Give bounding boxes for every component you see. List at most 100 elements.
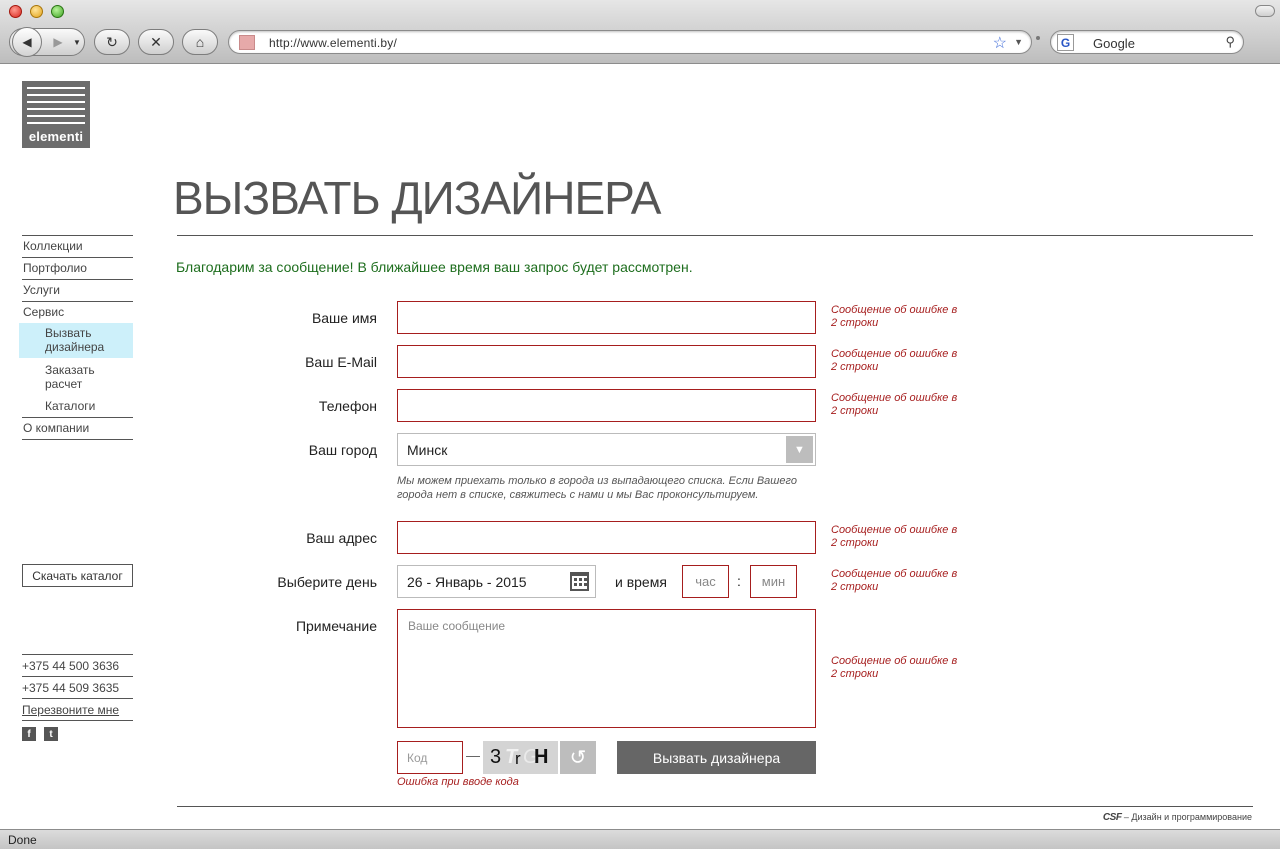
browser-toolbar: ◀ ▶ ▼ ↻ ✕ ⌂ http://www.elementi.by/ ☆ ▼ … (0, 0, 1280, 64)
sidebar-subitem-order-estimate[interactable]: Заказать расчет (22, 358, 112, 399)
status-text: Done (8, 833, 37, 847)
calendar-icon[interactable] (570, 572, 589, 591)
name-input[interactable] (397, 301, 816, 334)
sidebar-item-collections[interactable]: Коллекции (22, 235, 133, 257)
name-label: Ваше имя (311, 310, 377, 326)
logo-stripe (27, 87, 85, 89)
logo-stripe (27, 94, 85, 96)
url-text: http://www.elementi.by/ (269, 36, 397, 50)
city-select-value: Минск (407, 442, 448, 458)
back-button[interactable]: ◀ (12, 27, 42, 57)
note-textarea[interactable]: Ваше сообщение (397, 609, 816, 728)
chevron-down-icon: ▼ (73, 37, 81, 47)
back-arrow-icon: ◀ (22, 35, 32, 49)
download-catalog-button[interactable]: Скачать каталог (22, 564, 133, 587)
minute-input[interactable]: мин (750, 565, 797, 598)
city-label: Ваш город (308, 442, 377, 458)
chevron-down-icon[interactable]: ▼ (1014, 37, 1023, 47)
facebook-icon[interactable]: f (22, 727, 36, 741)
datetime-error: Сообщение об ошибке в 2 строки (831, 568, 958, 593)
logo-stripe (27, 101, 85, 103)
sidebar-nav: Коллекции Портфолио Услуги Сервис Вызват… (19, 235, 133, 440)
footer-credit[interactable]: CSF – Дизайн и программирование (1103, 812, 1252, 823)
status-bar: Done (0, 829, 1280, 849)
note-placeholder: Ваше сообщение (408, 619, 506, 633)
google-icon[interactable]: G (1057, 34, 1074, 51)
sidebar-subitem-catalogs[interactable]: Каталоги (22, 399, 133, 417)
day-label: Выберите день (277, 574, 377, 590)
code-error: Ошибка при вводе кода (397, 776, 519, 788)
phone-1: +375 44 500 3636 (22, 654, 133, 676)
sidebar-item-about[interactable]: О компании (22, 417, 133, 439)
reload-icon: ↻ (106, 33, 118, 50)
captcha-code-input[interactable]: Код (397, 741, 463, 774)
logo-stripe (27, 115, 85, 117)
close-window-button[interactable] (9, 5, 22, 18)
email-label: Ваш E-Mail (305, 354, 377, 370)
favicon-icon (239, 35, 255, 50)
captcha-image: 3 T r G H (483, 741, 558, 774)
divider (22, 439, 133, 440)
phone-input[interactable] (397, 389, 816, 422)
logo-text: elementi (28, 129, 84, 144)
bookmark-star-icon[interactable]: ☆ (993, 33, 1007, 53)
address-error: Сообщение об ошибке в 2 строки (831, 524, 958, 549)
page-title: ВЫЗВАТЬ ДИЗАЙНЕРА (173, 172, 661, 224)
stop-icon: ✕ (150, 33, 162, 50)
stop-button[interactable]: ✕ (138, 29, 174, 55)
twitter-icon[interactable]: t (44, 727, 58, 741)
sidebar-item-services[interactable]: Услуги (22, 279, 133, 301)
note-error: Сообщение об ошибке в 2 строки (831, 655, 958, 680)
name-error: Сообщение об ошибке в 2 строки (831, 304, 958, 329)
search-input[interactable]: G Google ⚲ (1050, 30, 1244, 54)
time-label: и время (615, 574, 667, 590)
code-placeholder: Код (407, 751, 428, 765)
chevron-down-icon[interactable]: ▼ (786, 436, 813, 463)
toolbar-separator (1036, 36, 1040, 40)
zoom-window-button[interactable] (51, 5, 64, 18)
date-value: 26 - Январь - 2015 (407, 574, 527, 590)
forward-arrow-icon: ▶ (53, 35, 63, 49)
callback-link[interactable]: Перезвоните мне (22, 698, 133, 720)
sidebar-item-portfolio[interactable]: Портфолио (22, 257, 133, 279)
captcha-char: 3 (490, 746, 502, 768)
navigation-buttons: ◀ ▶ ▼ (9, 27, 85, 57)
sidebar-item-service[interactable]: Сервис (22, 301, 133, 323)
divider (177, 235, 1253, 236)
reload-button[interactable]: ↻ (94, 29, 130, 55)
minimize-window-button[interactable] (30, 5, 43, 18)
city-hint: Мы можем приехать только в города из вып… (397, 475, 797, 501)
contacts: +375 44 500 3636 +375 44 509 3635 Перезв… (22, 654, 133, 721)
success-message: Благодарим за сообщение! В ближайшее вре… (176, 259, 693, 275)
address-label: Ваш адрес (306, 530, 377, 546)
hour-input[interactable]: час (682, 565, 729, 598)
email-error: Сообщение об ошибке в 2 строки (831, 348, 958, 373)
date-picker[interactable]: 26 - Январь - 2015 (397, 565, 596, 598)
search-placeholder: Google (1093, 36, 1135, 51)
email-input[interactable] (397, 345, 816, 378)
credit-brand: CSF (1102, 812, 1122, 823)
address-bar[interactable]: http://www.elementi.by/ ☆ ▼ (228, 30, 1032, 54)
credit-text: – Дизайн и программирование (1121, 812, 1252, 822)
captcha-refresh-button[interactable]: ↺ (560, 741, 596, 774)
refresh-icon: ↺ (569, 747, 587, 769)
history-dropdown-button[interactable]: ▼ (70, 29, 84, 55)
city-select[interactable]: Минск ▼ (397, 433, 816, 466)
divider (177, 806, 1253, 807)
phone-2: +375 44 509 3635 (22, 676, 133, 698)
sidebar-subitem-call-designer[interactable]: Вызвать дизайнера (19, 323, 133, 358)
phone-label: Телефон (318, 398, 377, 414)
toolbar-toggle-button[interactable] (1255, 5, 1275, 17)
logo-stripe (27, 122, 85, 124)
home-button[interactable]: ⌂ (182, 29, 218, 55)
search-icon[interactable]: ⚲ (1225, 34, 1235, 50)
captcha-dash (466, 756, 480, 757)
logo[interactable]: elementi (22, 81, 90, 148)
captcha-char: H (534, 746, 549, 768)
address-input[interactable] (397, 521, 816, 554)
submit-button[interactable]: Вызвать дизайнера (617, 741, 816, 774)
phone-error: Сообщение об ошибке в 2 строки (831, 392, 958, 417)
home-icon: ⌂ (195, 34, 205, 50)
time-separator: : (737, 573, 741, 589)
forward-button[interactable]: ▶ (48, 29, 68, 55)
